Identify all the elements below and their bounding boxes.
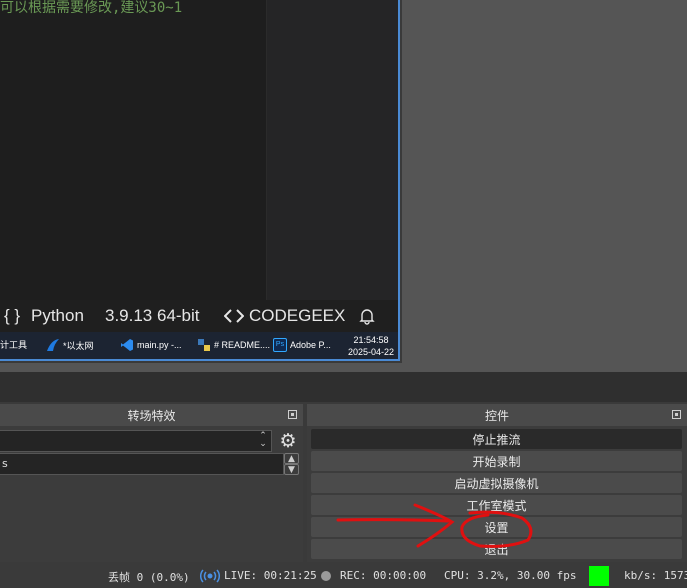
stop-streaming-button[interactable]: 停止推流 [311, 429, 682, 449]
studio-mode-button[interactable]: 工作室模式 [311, 495, 682, 515]
controls-dock-title: 控件 [307, 404, 687, 426]
controls-dock-title-text: 控件 [484, 408, 509, 423]
live-timer-text: LIVE: 00:21:25 [224, 569, 317, 582]
chevron-up-icon[interactable]: ▲ [284, 453, 299, 464]
windows-taskbar: 计工具 *以太网 main.py -... # README.... Ps Ad… [0, 332, 398, 359]
python-version-label: 3.9.13 64-bit [105, 306, 200, 325]
language-label: Python [31, 306, 84, 325]
obs-window: 可以根据需要修改,建议30~1 { } Python 3.9.13 64-bit… [0, 0, 687, 588]
gear-icon[interactable]: ⚙ [278, 431, 298, 451]
start-recording-button[interactable]: 开始录制 [311, 451, 682, 471]
transition-select[interactable] [0, 430, 272, 452]
code-comment-line: 可以根据需要修改,建议30~1 [0, 0, 183, 16]
taskbar-clock[interactable]: 21:54:58 2025-04-22 [348, 334, 394, 358]
taskbar-item[interactable]: 计工具 [0, 338, 27, 351]
bell-icon [358, 307, 376, 330]
photoshop-icon: Ps [273, 338, 287, 352]
scenes-area-divider [0, 372, 687, 402]
connection-health-indicator [589, 566, 609, 586]
editor-side-panel [266, 0, 398, 300]
taskbar-item[interactable]: main.py -... [120, 338, 182, 352]
taskbar-item-label: 计工具 [0, 340, 28, 350]
clock-date: 2025-04-22 [347, 347, 394, 357]
braces-icon: { } [4, 306, 21, 325]
cpu-fps-text: CPU: 3.2%, 30.00 fps [444, 569, 577, 582]
chevron-down-icon[interactable]: ▼ [284, 464, 299, 475]
bitrate-text: kb/s: 1573 [624, 569, 687, 582]
taskbar-item[interactable]: Ps Adobe P... [273, 338, 331, 352]
python-doc-icon [197, 338, 211, 352]
taskbar-item-label: main.py -... [137, 340, 182, 350]
codegeex-icon [223, 308, 245, 328]
rec-timer-text: REC: 00:00:00 [340, 569, 427, 582]
transitions-dock: 转场特效 ⌃ ⌄ ⚙ s ▲ ▼ [0, 404, 303, 562]
clock-time: 21:54:58 [353, 335, 389, 345]
exit-button[interactable]: 退出 [311, 539, 682, 559]
code-editor: 可以根据需要修改,建议30~1 [0, 0, 266, 300]
select-arrows-icon[interactable]: ⌃ ⌄ [255, 432, 271, 450]
ide-status-bar: { } Python 3.9.13 64-bit CODEGEEX [0, 300, 398, 332]
preview-background-bottom [0, 363, 402, 372]
transitions-dock-title: 转场特效 [0, 404, 303, 426]
wireshark-icon [46, 338, 60, 352]
taskbar-item-label: Adobe P... [290, 340, 331, 350]
stream-preview[interactable]: 可以根据需要修改,建议30~1 { } Python 3.9.13 64-bit… [0, 0, 400, 361]
transitions-dock-title-text: 转场特效 [127, 408, 176, 423]
broadcast-icon [199, 569, 221, 583]
codegeex-label: CODEGEEX [249, 306, 346, 325]
taskbar-item-label: # README.... [214, 340, 271, 350]
vscode-icon [120, 338, 134, 352]
undock-icon[interactable] [672, 410, 681, 419]
undock-icon[interactable] [288, 410, 297, 419]
transition-duration-input[interactable]: s [0, 453, 284, 475]
dropped-frames-text: 丢帧 0 (0.0%) [108, 571, 190, 584]
preview-background [402, 0, 687, 372]
controls-dock: 控件 停止推流 开始录制 启动虚拟摄像机 工作室模式 设置 退出 [307, 404, 687, 562]
duration-stepper[interactable]: ▲ ▼ [284, 453, 299, 475]
start-virtual-camera-button[interactable]: 启动虚拟摄像机 [311, 473, 682, 493]
taskbar-item-label: *以太网 [63, 340, 94, 351]
taskbar-item[interactable]: # README.... [197, 338, 270, 352]
taskbar-item[interactable]: *以太网 [46, 338, 94, 352]
settings-button[interactable]: 设置 [311, 517, 682, 537]
obs-status-bar: 丢帧 0 (0.0%) LIVE: 00:21:25 REC: 00:00:00… [0, 564, 687, 588]
record-dot-icon [321, 571, 331, 581]
